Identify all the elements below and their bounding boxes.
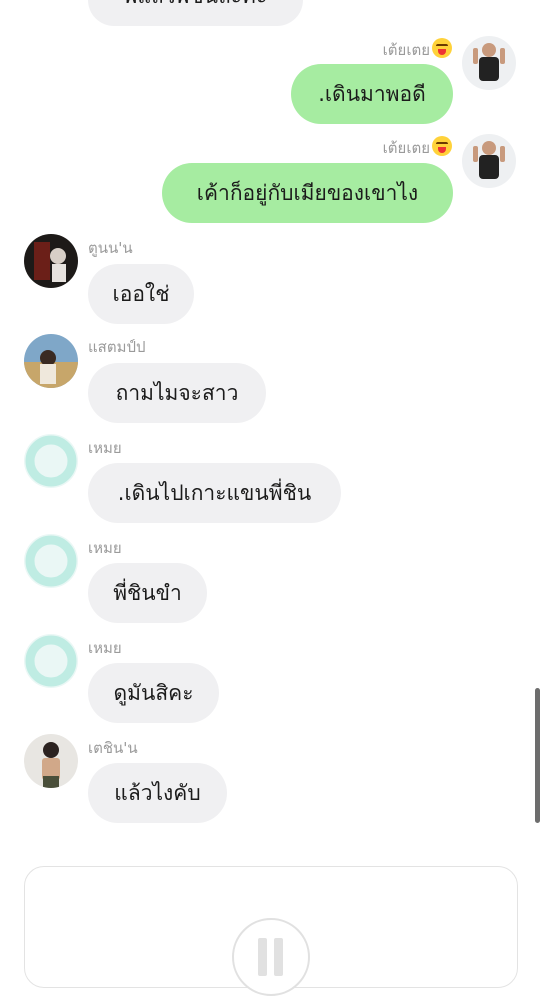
sender-name: ตูนน'น	[88, 239, 133, 257]
squinting-tongue-face-icon	[432, 136, 452, 156]
message-text: ดูมันสิคะ	[113, 680, 194, 705]
message-text: เค้าก็อยู่กับเมียของเขาไง	[196, 180, 419, 205]
pause-icon	[258, 938, 267, 976]
sender-name: เหมย	[88, 639, 122, 657]
message-text: พี่แล้วพี่ชินล่ะคะ	[124, 0, 268, 13]
sender-name: แสตมป์ป	[88, 338, 146, 356]
message-bubble[interactable]: ถามไมจะสาว	[88, 363, 266, 423]
message-text: เออใช่	[112, 281, 170, 306]
scrollbar[interactable]	[535, 688, 540, 823]
avatar[interactable]	[462, 36, 516, 90]
message-text: .เดินมาพอดี	[318, 81, 426, 106]
pause-icon	[274, 938, 283, 976]
message-bubble[interactable]: เออใช่	[88, 264, 194, 324]
squinting-tongue-face-icon	[432, 38, 452, 58]
avatar[interactable]	[24, 334, 78, 388]
message-bubble[interactable]: .เดินมาพอดี	[291, 64, 453, 124]
sender-name: เหมย	[88, 539, 122, 557]
message-text: .เดินไปเกาะแขนพี่ชิน	[117, 480, 312, 505]
default-avatar-icon[interactable]	[24, 534, 78, 588]
message-bubble[interactable]: พี่ชินขำ	[88, 563, 207, 623]
avatar[interactable]	[462, 134, 516, 188]
sender-name: เต้ยเตย	[383, 38, 452, 62]
message-bubble[interactable]: พี่แล้วพี่ชินล่ะคะ	[88, 0, 303, 26]
avatar[interactable]	[24, 234, 78, 288]
message-text: ถามไมจะสาว	[115, 380, 239, 405]
sender-name: เหมย	[88, 439, 122, 457]
message-bubble[interactable]: แล้วไงคับ	[88, 763, 227, 823]
pause-button[interactable]	[232, 918, 310, 996]
message-bubble[interactable]: ดูมันสิคะ	[88, 663, 219, 723]
message-bubble[interactable]: .เดินไปเกาะแขนพี่ชิน	[88, 463, 341, 523]
message-text: พี่ชินขำ	[113, 580, 182, 605]
avatar[interactable]	[24, 734, 78, 788]
default-avatar-icon[interactable]	[24, 434, 78, 488]
sender-name: เตชิน'น	[88, 739, 138, 757]
message-text: แล้วไงคับ	[114, 780, 201, 805]
default-avatar-icon[interactable]	[24, 634, 78, 688]
sender-name: เต้ยเตย	[383, 136, 452, 160]
message-bubble[interactable]: เค้าก็อยู่กับเมียของเขาไง	[162, 163, 453, 223]
